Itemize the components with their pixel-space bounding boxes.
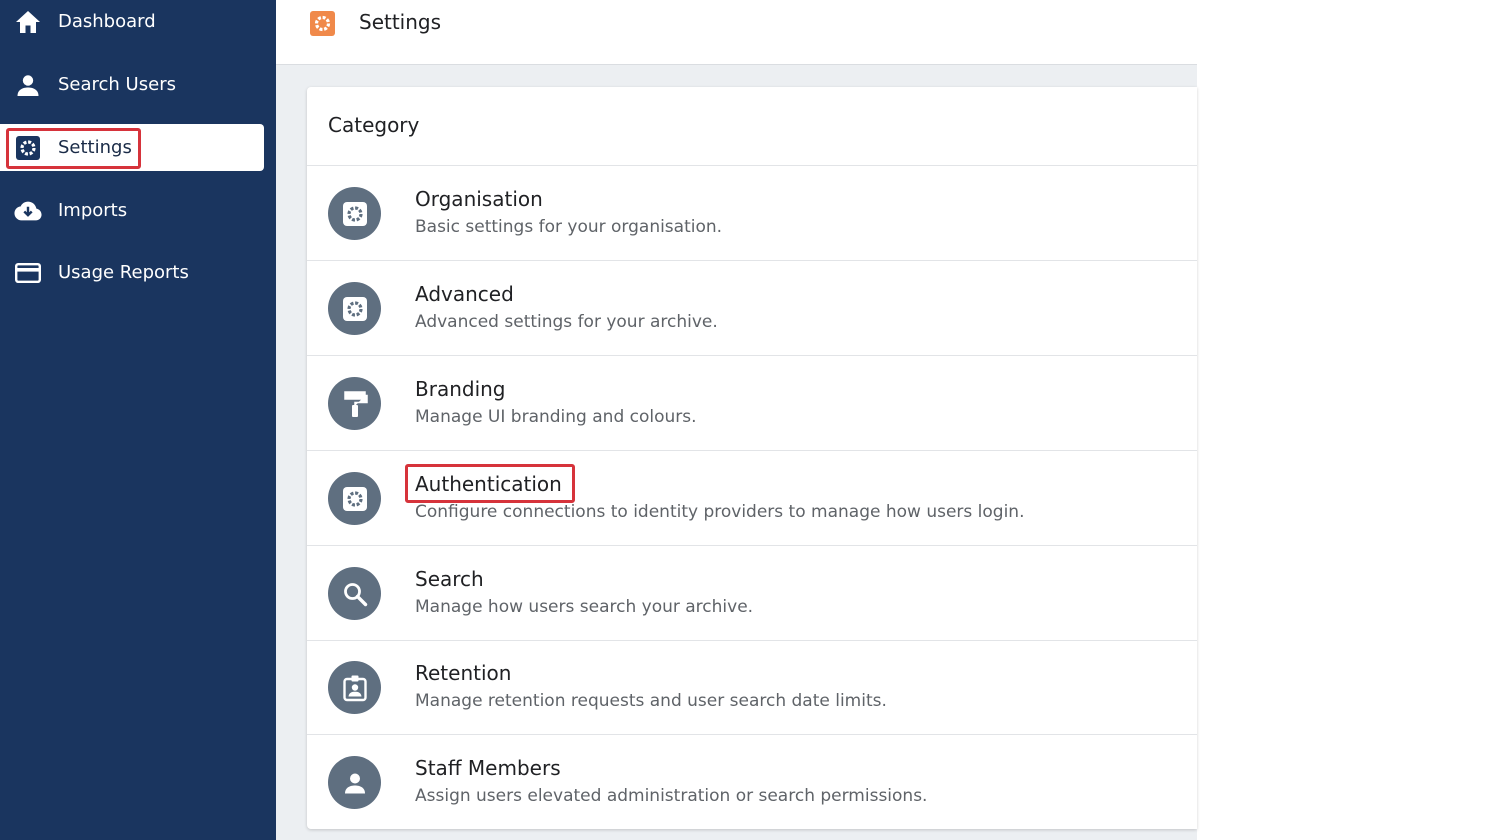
sidebar-item-label: Settings	[58, 137, 132, 158]
category-item-search[interactable]: Search Manage how users search your arch…	[307, 546, 1197, 641]
card-title: Category	[328, 113, 420, 137]
category-item-description: Configure connections to identity provid…	[415, 502, 1025, 522]
gear-icon	[14, 134, 42, 162]
cloud-download-icon	[14, 197, 42, 225]
gear-icon	[328, 187, 381, 240]
category-item-authentication[interactable]: Authentication Configure connections to …	[307, 451, 1197, 546]
category-item-title: Advanced	[415, 282, 514, 306]
category-item-description: Advanced settings for your archive.	[415, 312, 718, 332]
page-title: Settings	[359, 10, 442, 34]
category-item-branding[interactable]: Branding Manage UI branding and colours.	[307, 356, 1197, 451]
person-icon	[14, 71, 42, 99]
sidebar-item-label: Usage Reports	[58, 262, 189, 283]
category-item-description: Assign users elevated administration or …	[415, 786, 928, 806]
search-icon	[328, 567, 381, 620]
gear-icon	[328, 472, 381, 525]
category-item-title: Organisation	[415, 187, 543, 211]
sidebar: Dashboard Search Users Settings Imports …	[0, 0, 276, 840]
card-header: Category	[307, 87, 1197, 166]
category-item-title: Authentication	[415, 472, 562, 496]
sidebar-item-label: Search Users	[58, 74, 176, 95]
category-item-description: Manage retention requests and user searc…	[415, 691, 887, 711]
category-item-title: Search	[415, 567, 484, 591]
page-header: Settings	[276, 0, 1197, 65]
sidebar-item-imports[interactable]: Imports	[0, 187, 264, 234]
category-item-staff-members[interactable]: Staff Members Assign users elevated admi…	[307, 735, 1197, 830]
category-card: Category Organisation Basic settings for…	[307, 87, 1197, 829]
sidebar-item-label: Imports	[58, 200, 128, 221]
category-item-description: Manage UI branding and colours.	[415, 407, 697, 427]
credit-card-icon	[14, 259, 42, 287]
gear-icon	[310, 11, 335, 36]
category-item-retention[interactable]: Retention Manage retention requests and …	[307, 640, 1197, 735]
category-item-title: Branding	[415, 377, 506, 401]
category-item-title: Retention	[415, 661, 512, 685]
home-icon	[14, 8, 42, 36]
sidebar-item-dashboard[interactable]: Dashboard	[0, 0, 264, 45]
category-item-description: Basic settings for your organisation.	[415, 217, 723, 237]
category-item-advanced[interactable]: Advanced Advanced settings for your arch…	[307, 261, 1197, 356]
person-icon	[328, 756, 381, 809]
sidebar-item-settings[interactable]: Settings	[0, 124, 264, 171]
sidebar-item-usage-reports[interactable]: Usage Reports	[0, 249, 264, 296]
paint-roller-icon	[328, 377, 381, 430]
sidebar-item-search-users[interactable]: Search Users	[0, 61, 264, 108]
category-item-description: Manage how users search your archive.	[415, 597, 754, 617]
main-content: Settings Category Organisation Basic set…	[276, 0, 1197, 840]
category-item-title: Staff Members	[415, 756, 561, 780]
sidebar-item-label: Dashboard	[58, 11, 156, 32]
gear-icon	[328, 282, 381, 335]
badge-icon	[328, 661, 381, 714]
category-item-organisation[interactable]: Organisation Basic settings for your org…	[307, 166, 1197, 261]
